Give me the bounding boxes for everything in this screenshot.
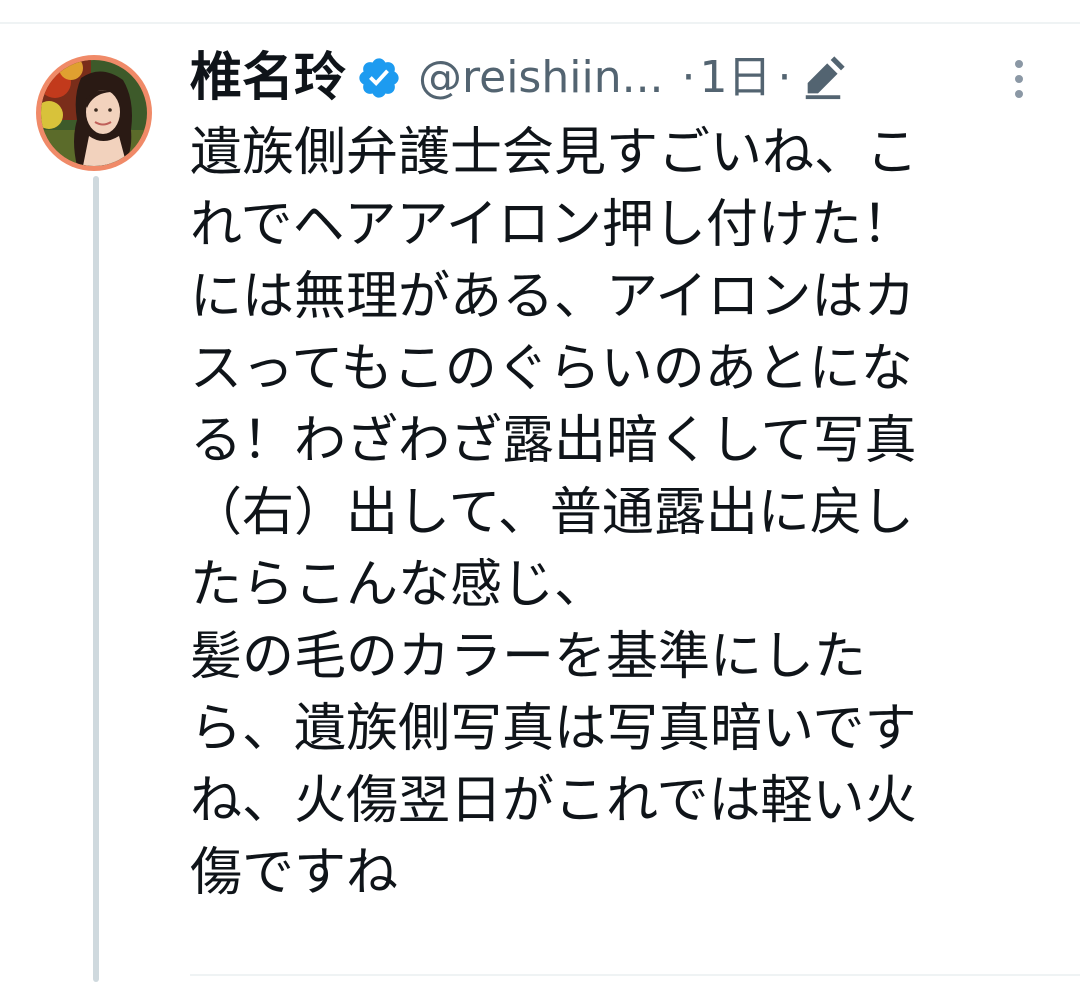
tweet-text-line: スってもこのぐらいのあとにな (190, 339, 913, 399)
verified-badge-icon (359, 58, 399, 98)
tweet-text-line: ね、火傷翌日がこれでは軽い火 (190, 771, 917, 831)
author-name[interactable]: 椎名玲 (190, 42, 346, 114)
tweet-text-line: る！わざわざ露出暗くして写真 (190, 411, 917, 471)
more-vertical-icon[interactable] (1004, 56, 1034, 102)
tweet-text-line: 傷ですね (190, 843, 399, 903)
tweet-text: 遺族側弁護士会見すごいね、こ れでヘアアイロン押し付けた！ には無理がある、アイ… (190, 117, 1010, 909)
tweet-text-line: ら、遺族側写真は写真暗いです (190, 699, 917, 759)
tweet-text-line: 遺族側弁護士会見すごいね、こ (190, 123, 919, 183)
avatar-photo (41, 60, 147, 166)
tweet-text-line: れでヘアアイロン押し付けた！ (190, 195, 914, 255)
avatar[interactable] (36, 55, 152, 171)
tweet-text-line: たらこんな感じ、 (190, 555, 607, 615)
pencil-icon[interactable] (800, 55, 846, 101)
author-handle[interactable]: @reishiin... (418, 42, 664, 114)
tweet-timestamp[interactable]: 1日 (700, 42, 772, 114)
tweet-text-line: （右）出して、普通露出に戻し (190, 483, 914, 543)
bottom-divider (190, 974, 1080, 976)
tweet-text-line: 髪の毛のカラーを基準にした (190, 627, 867, 687)
separator-dot: · (681, 52, 696, 103)
tweet-header: 椎名玲 @reishiin... · 1日 · (190, 42, 1050, 114)
separator-dot: · (777, 52, 792, 103)
tweet-text-line: には無理がある、アイロンはカ (190, 267, 916, 327)
top-divider (0, 22, 1080, 24)
thread-connector-line (93, 176, 99, 982)
